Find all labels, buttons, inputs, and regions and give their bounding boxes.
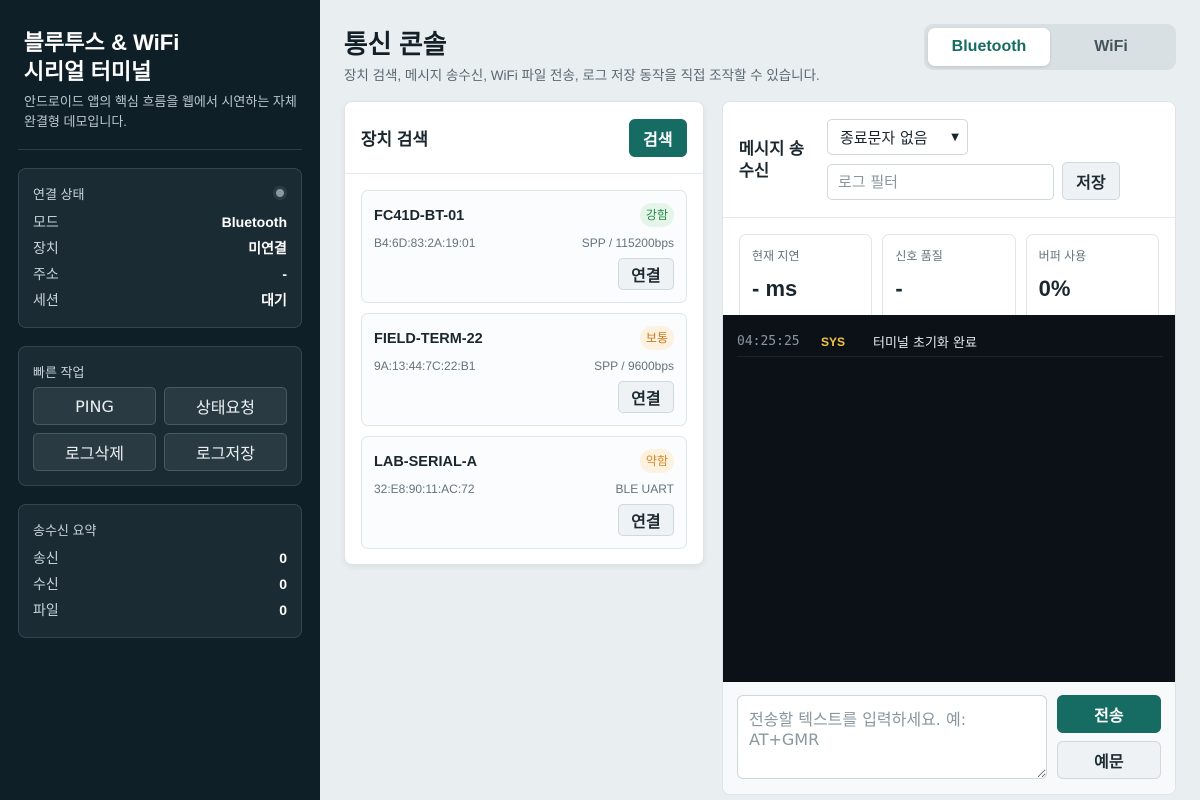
stat-latency: 현재 지연 - ms: [739, 234, 873, 324]
status-row-device: 장치 미연결: [33, 235, 287, 261]
app-title-line2: 시리얼 터미널: [24, 59, 152, 84]
sidebar-divider: [18, 149, 302, 150]
quick-actions-header: 빠른 작업: [33, 361, 287, 381]
stat-value: 0%: [1038, 276, 1071, 301]
scan-button[interactable]: 검색: [629, 118, 687, 157]
mode-bluetooth-button[interactable]: Bluetooth: [928, 28, 1050, 66]
page-title: 통신 콘솔: [344, 29, 447, 59]
signal-badge: 강함: [639, 203, 674, 227]
ping-button[interactable]: PING: [33, 387, 156, 425]
status-indicator-icon: [273, 186, 287, 200]
traffic-summary-heading: 송수신 요약: [33, 522, 97, 538]
device-panel-header: 장치 검색 검색: [345, 102, 703, 174]
status-row-mode: 모드 Bluetooth: [33, 209, 287, 235]
status-label: 세션: [33, 292, 59, 308]
message-composer: 전송 예문: [723, 682, 1175, 794]
stat-value: -: [895, 276, 903, 301]
connection-status-header: 연결 상태: [33, 183, 287, 203]
stat-value: - ms: [752, 276, 798, 301]
status-value: Bluetooth: [221, 214, 287, 230]
terminator-select-value: 종료문자 없음: [840, 128, 928, 147]
send-button[interactable]: 전송: [1057, 695, 1161, 733]
status-value: 미연결: [248, 240, 287, 256]
status-label: 장치: [33, 240, 59, 256]
app-title-line1: 블루투스 & WiFi: [24, 30, 180, 55]
device-protocol: SPP / 9600bps: [594, 359, 674, 373]
clear-log-button[interactable]: 로그삭제: [33, 433, 156, 471]
app-title: 블루투스 & WiFi 시리얼 터미널: [18, 28, 302, 86]
summary-row-sent: 송신 0: [33, 545, 287, 571]
status-row-address: 주소 -: [33, 261, 287, 287]
status-label: 모드: [33, 214, 59, 230]
summary-label: 파일: [33, 602, 59, 618]
device-name: LAB-SERIAL-A: [374, 454, 478, 470]
signal-badge: 보통: [639, 326, 674, 350]
connect-button[interactable]: 연결: [618, 504, 674, 536]
summary-label: 수신: [33, 576, 59, 592]
message-panel: 메시지 송수신 종료문자 없음 ▼ 저장 현재 지연 - ms 신호 품질 - …: [722, 101, 1176, 795]
status-row-session: 세션 대기: [33, 287, 287, 313]
summary-value: 0: [279, 602, 287, 618]
message-panel-title: 메시지 송수신: [739, 140, 805, 180]
summary-row-files: 파일 0: [33, 597, 287, 623]
example-button[interactable]: 예문: [1057, 741, 1161, 779]
stat-label: 버퍼 사용: [1038, 249, 1087, 263]
save-log-button[interactable]: 로그저장: [164, 433, 287, 471]
summary-value: 0: [279, 576, 287, 592]
summary-label: 송신: [33, 550, 59, 566]
stats-row: 현재 지연 - ms 신호 품질 - 버퍼 사용 0%: [739, 234, 1159, 324]
summary-value: 0: [279, 550, 287, 566]
page-subtitle: 장치 검색, 메시지 송수신, WiFi 파일 전송, 로그 저장 동작을 직접…: [344, 68, 820, 83]
device-list: FC41D-BT-01 강함 B4:6D:83:2A:19:01 SPP / 1…: [345, 174, 703, 549]
mode-wifi-button[interactable]: WiFi: [1050, 28, 1172, 66]
save-button[interactable]: 저장: [1062, 162, 1120, 200]
quick-actions-grid: PING 상태요청 로그삭제 로그저장: [33, 387, 287, 471]
log-timestamp: 04:25:25: [737, 334, 800, 349]
device-item: LAB-SERIAL-A 약함 32:E8:90:11:AC:72 BLE UA…: [361, 436, 687, 549]
connect-button[interactable]: 연결: [618, 381, 674, 413]
terminator-select[interactable]: 종료문자 없음 ▼: [827, 119, 968, 155]
status-label: 주소: [33, 266, 59, 282]
device-protocol: SPP / 115200bps: [581, 236, 674, 250]
device-panel-title: 장치 검색: [361, 130, 429, 149]
device-name: FC41D-BT-01: [374, 208, 465, 224]
summary-row-received: 수신 0: [33, 571, 287, 597]
device-mac: B4:6D:83:2A:19:01: [374, 236, 476, 250]
signal-badge: 약함: [639, 449, 674, 473]
app-description: 안드로이드 앱의 핵심 흐름을 웹에서 시연하는 자체완결형 데모입니다.: [24, 94, 297, 129]
mode-toggle: Bluetooth WiFi: [924, 24, 1176, 70]
stat-buffer-usage: 버퍼 사용 0%: [1025, 234, 1159, 324]
device-search-panel: 장치 검색 검색 FC41D-BT-01 강함 B4:6D:83:2A:19:0…: [344, 101, 704, 565]
traffic-summary-card: 송수신 요약 송신 0 수신 0 파일 0: [18, 504, 302, 638]
message-input[interactable]: [737, 695, 1047, 779]
log-message: 터미널 초기화 완료: [873, 336, 977, 351]
stat-label: 신호 품질: [895, 249, 943, 263]
stat-label: 현재 지연: [752, 249, 800, 263]
chevron-down-icon: ▼: [951, 132, 959, 143]
device-item: FIELD-TERM-22 보통 9A:13:44:7C:22:B1 SPP /…: [361, 313, 687, 426]
status-value: 대기: [261, 292, 287, 308]
log-line: 04:25:25 SYS 터미널 초기화 완료: [737, 327, 1163, 357]
device-mac: 32:E8:90:11:AC:72: [374, 482, 475, 496]
terminal-log[interactable]: 04:25:25 SYS 터미널 초기화 완료: [723, 315, 1175, 682]
device-name: FIELD-TERM-22: [374, 331, 483, 347]
connect-button[interactable]: 연결: [618, 258, 674, 290]
log-filter-input[interactable]: [827, 164, 1054, 200]
quick-actions-card: 빠른 작업 PING 상태요청 로그삭제 로그저장: [18, 346, 302, 486]
connection-status-card: 연결 상태 모드 Bluetooth 장치 미연결 주소 - 세션 대기: [18, 168, 302, 328]
traffic-summary-header: 송수신 요약: [33, 519, 287, 539]
status-value: -: [282, 266, 287, 282]
sidebar: 블루투스 & WiFi 시리얼 터미널 안드로이드 앱의 핵심 흐름을 웹에서 …: [0, 0, 320, 800]
connection-status-heading: 연결 상태: [33, 186, 85, 202]
stat-signal-quality: 신호 품질 -: [882, 234, 1016, 324]
device-protocol: BLE UART: [615, 482, 674, 496]
device-item: FC41D-BT-01 강함 B4:6D:83:2A:19:01 SPP / 1…: [361, 190, 687, 303]
device-mac: 9A:13:44:7C:22:B1: [374, 359, 476, 373]
log-tag: SYS: [821, 334, 846, 349]
quick-actions-heading: 빠른 작업: [33, 364, 85, 380]
message-panel-header: 메시지 송수신 종료문자 없음 ▼ 저장: [723, 102, 1175, 218]
status-request-button[interactable]: 상태요청: [164, 387, 287, 425]
